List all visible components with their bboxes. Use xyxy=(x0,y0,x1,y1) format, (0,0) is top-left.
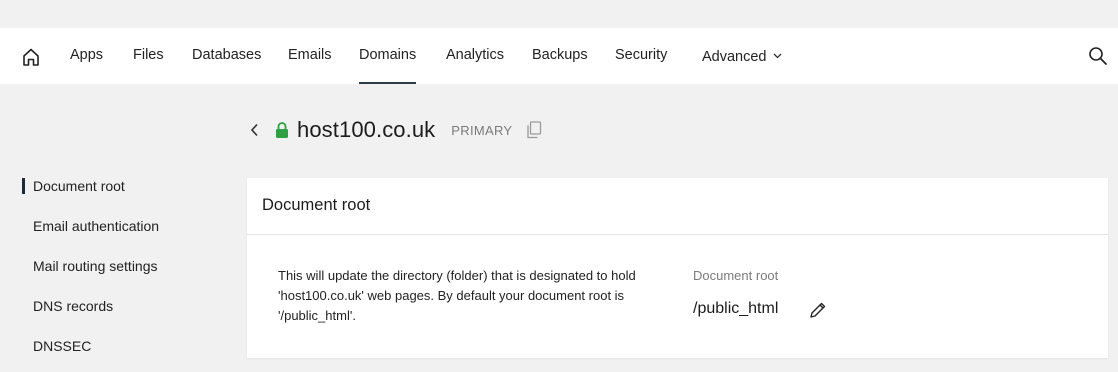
domain-title: host100.co.uk xyxy=(297,117,436,142)
nav-security[interactable]: Security xyxy=(615,28,667,84)
sidebar-item-dns-records[interactable]: DNS records xyxy=(22,286,222,326)
top-nav: Apps Files Databases Emails Domains Anal… xyxy=(0,28,1118,84)
top-spacer xyxy=(0,0,1118,28)
nav-analytics[interactable]: Analytics xyxy=(446,28,504,84)
chevron-down-icon xyxy=(773,28,782,83)
sidebar-item-document-root[interactable]: Document root xyxy=(22,166,222,206)
nav-domains[interactable]: Domains xyxy=(359,28,417,84)
document-root-label: Document root xyxy=(693,268,779,283)
sidebar-item-email-authentication[interactable]: Email authentication xyxy=(22,206,222,246)
domain-sidebar: Document root Email authentication Mail … xyxy=(22,166,222,366)
nav-emails[interactable]: Emails xyxy=(288,28,332,84)
search-icon[interactable] xyxy=(1088,46,1108,66)
nav-files[interactable]: Files xyxy=(133,28,164,84)
card-title: Document root xyxy=(247,178,1108,235)
back-arrow-icon[interactable] xyxy=(246,121,264,139)
pencil-icon[interactable] xyxy=(808,300,828,320)
nav-databases[interactable]: Databases xyxy=(192,28,261,84)
lock-icon xyxy=(274,121,290,139)
nav-apps[interactable]: Apps xyxy=(70,28,103,84)
document-root-card: Document root This will update the direc… xyxy=(247,178,1108,358)
sidebar-item-dnssec[interactable]: DNSSEC xyxy=(22,326,222,366)
primary-badge: PRIMARY xyxy=(451,122,513,138)
nav-advanced-label: Advanced xyxy=(702,49,767,65)
domain-header: host100.co.uk PRIMARY xyxy=(246,112,542,148)
document-root-value: /public_html xyxy=(693,300,779,317)
home-icon[interactable] xyxy=(20,46,42,68)
nav-backups[interactable]: Backups xyxy=(532,28,588,84)
card-description: This will update the directory (folder) … xyxy=(278,268,636,323)
sidebar-item-mail-routing[interactable]: Mail routing settings xyxy=(22,246,222,286)
copy-icon[interactable] xyxy=(526,121,542,139)
nav-advanced[interactable]: Advanced xyxy=(702,28,782,84)
